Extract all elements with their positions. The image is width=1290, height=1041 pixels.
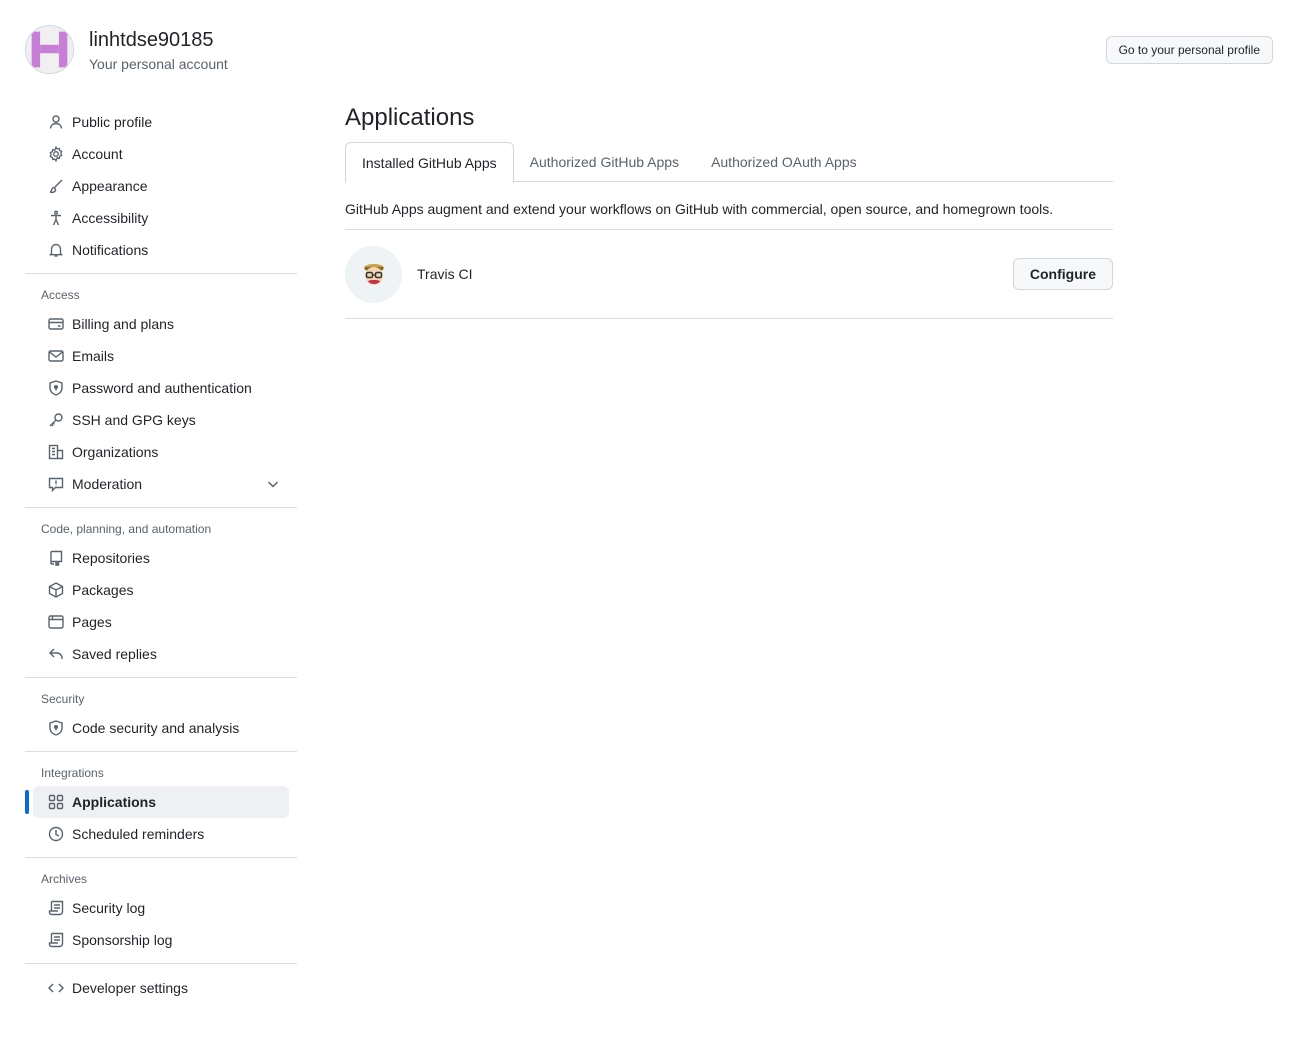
sidebar-item-ssh-gpg[interactable]: SSH and GPG keys: [33, 404, 289, 436]
list-item: Travis CI Configure: [345, 230, 1113, 319]
applications-tabs: Installed GitHub Apps Authorized GitHub …: [345, 142, 1113, 183]
sidebar-item-applications[interactable]: Applications: [25, 786, 289, 818]
sidebar-item-account[interactable]: Account: [33, 138, 289, 170]
sidebar-item-label: Scheduled reminders: [72, 826, 205, 842]
apps-description: GitHub Apps augment and extend your work…: [345, 201, 1113, 230]
sidebar-group-security: Security: [41, 692, 85, 706]
sidebar-item-label: Developer settings: [72, 980, 188, 996]
log-icon: [48, 900, 64, 916]
chevron-down-icon[interactable]: [265, 476, 281, 492]
bell-icon: [48, 242, 64, 258]
credit-card-icon: [48, 316, 64, 332]
sidebar-item-code-security[interactable]: Code security and analysis: [33, 712, 289, 744]
repo-icon: [48, 550, 64, 566]
sidebar-item-label: Billing and plans: [72, 316, 174, 332]
sidebar-item-billing[interactable]: Billing and plans: [33, 308, 289, 340]
log-icon: [48, 932, 64, 948]
sidebar-item-label: Pages: [72, 614, 112, 630]
sidebar-item-scheduled-reminders[interactable]: Scheduled reminders: [33, 818, 289, 850]
sidebar-item-saved-replies[interactable]: Saved replies: [33, 638, 289, 670]
sidebar-item-label: Appearance: [72, 178, 148, 194]
sidebar-item-label: Organizations: [72, 444, 159, 460]
account-subtitle: Your personal account: [89, 56, 228, 72]
paintbrush-icon: [48, 178, 64, 194]
sidebar-item-label: Public profile: [72, 114, 153, 130]
sidebar-divider: [25, 963, 297, 964]
sidebar-group-integrations: Integrations: [41, 766, 104, 780]
reply-icon: [48, 646, 64, 662]
mail-icon: [48, 348, 64, 364]
account-username: linhtdse90185: [89, 29, 214, 51]
sidebar-item-moderation[interactable]: Moderation: [33, 468, 289, 500]
tab-authorized-oauth-apps[interactable]: Authorized OAuth Apps: [695, 142, 873, 182]
sidebar-group-code: Code, planning, and automation: [41, 522, 212, 536]
sidebar-item-label: Password and authentication: [72, 380, 252, 396]
accessibility-icon: [48, 210, 64, 226]
sidebar-divider: [25, 677, 297, 678]
travis-ci-logo-icon[interactable]: [345, 246, 402, 303]
sidebar-item-public-profile[interactable]: Public profile: [33, 106, 289, 138]
sidebar-divider: [25, 857, 297, 858]
sidebar-item-label: Emails: [72, 348, 115, 364]
app-name[interactable]: Travis CI: [417, 266, 472, 282]
person-icon: [48, 114, 64, 130]
avatar[interactable]: [25, 25, 74, 74]
sidebar-item-label: Code security and analysis: [72, 720, 240, 736]
sidebar-item-label: Repositories: [72, 550, 150, 566]
identicon-icon: [26, 26, 73, 73]
sidebar-item-developer-settings[interactable]: Developer settings: [33, 972, 289, 1004]
sidebar-item-security-log[interactable]: Security log: [33, 892, 289, 924]
sidebar-item-repositories[interactable]: Repositories: [33, 542, 289, 574]
clock-icon: [48, 826, 64, 842]
sidebar-item-label: Moderation: [72, 476, 143, 492]
shield-lock-icon: [48, 380, 64, 396]
sidebar-item-appearance[interactable]: Appearance: [33, 170, 289, 202]
configure-button[interactable]: Configure: [1012, 258, 1113, 290]
sidebar-item-emails[interactable]: Emails: [33, 340, 289, 372]
sidebar-item-label: Saved replies: [72, 646, 157, 662]
sidebar-item-sponsorship-log[interactable]: Sponsorship log: [33, 924, 289, 956]
sidebar-item-accessibility[interactable]: Accessibility: [33, 202, 289, 234]
sidebar-group-archives: Archives: [41, 872, 88, 886]
sidebar-group-access: Access: [41, 288, 80, 302]
gear-icon: [48, 146, 64, 162]
sidebar-item-label: Security log: [72, 900, 146, 916]
sidebar-item-organizations[interactable]: Organizations: [33, 436, 289, 468]
organization-icon: [48, 444, 64, 460]
sidebar-item-label: SSH and GPG keys: [72, 412, 196, 428]
report-icon: [48, 476, 64, 492]
sidebar-item-label: Packages: [72, 582, 134, 598]
sidebar-item-packages[interactable]: Packages: [33, 574, 289, 606]
browser-icon: [48, 614, 64, 630]
applications-main: Applications Installed GitHub Apps Autho…: [345, 100, 1113, 319]
key-icon: [48, 412, 64, 428]
sidebar-item-pages[interactable]: Pages: [33, 606, 289, 638]
apps-icon: [48, 794, 64, 810]
sidebar-item-label: Accessibility: [72, 210, 149, 226]
go-to-profile-button[interactable]: Go to your personal profile: [1105, 36, 1273, 64]
settings-sidebar: Public profile Account Appearance Access…: [25, 106, 297, 1004]
tab-authorized-github-apps[interactable]: Authorized GitHub Apps: [514, 142, 695, 182]
sidebar-item-label: Account: [72, 146, 123, 162]
sidebar-item-label: Notifications: [72, 242, 149, 258]
shield-lock-icon: [48, 720, 64, 736]
sidebar-item-notifications[interactable]: Notifications: [33, 234, 289, 266]
sidebar-divider: [25, 507, 297, 508]
package-icon: [48, 582, 64, 598]
page-title: Applications: [345, 104, 475, 131]
sidebar-item-label: Applications: [72, 794, 157, 810]
tab-installed-github-apps[interactable]: Installed GitHub Apps: [345, 142, 514, 183]
sidebar-divider: [25, 273, 297, 274]
sidebar-item-label: Sponsorship log: [72, 932, 173, 948]
code-icon: [48, 980, 64, 996]
sidebar-item-password[interactable]: Password and authentication: [33, 372, 289, 404]
sidebar-divider: [25, 751, 297, 752]
account-header: linhtdse90185 Your personal account Go t…: [25, 25, 1273, 77]
